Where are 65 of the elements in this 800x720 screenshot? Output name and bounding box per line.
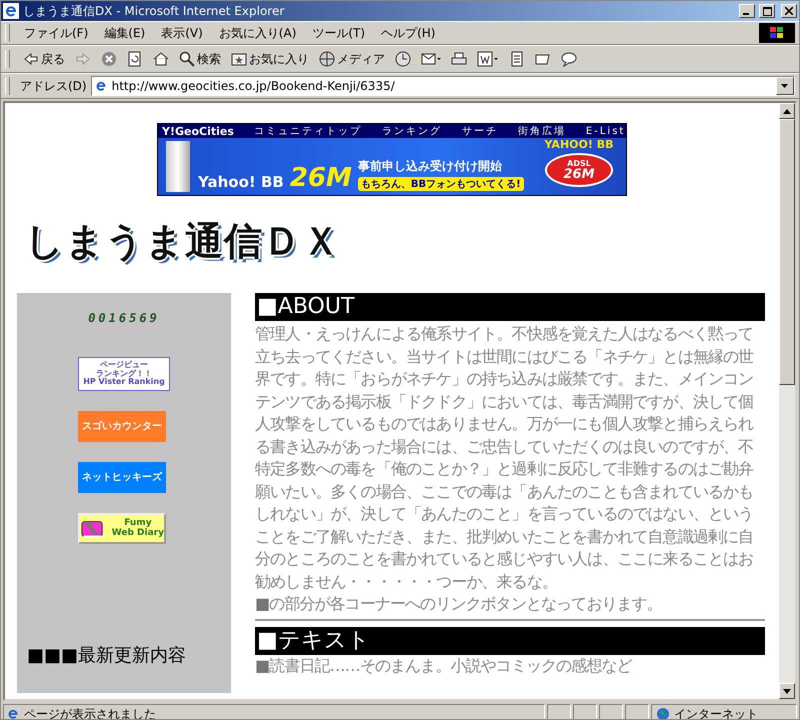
page-icon [6,707,20,719]
toolbar-button[interactable]: 検索 [176,48,224,70]
toolbar-button[interactable]: お気に入り [228,48,312,70]
section-paragraph: 管理人・えっけんによる俺系サイト。不快感を覚えた人はなるべく黙って立ち去ってください。当サイトは世間にはびこる「ネチケ」とは無縁の世界です。特に「おらがネチケ」の持ち込みは厳禁です。また、メインコンテンツである掲示板「ドクドク」においては、毒舌満開ですが、決して個人攻撃をしているものではありません。万が一にも個人攻撃と捕らえられる書き込みがあった場合には、ご忠告していただくのは良いのですが、不特定多数への毒を「俺のことか？」と過剰に反応して非難するのはご勘弁願いたい。多くの場合、ここでの毒は「あんたのことも含まれているかもしれない」が、決して「あんたのこと」を言っているのではない、ということをご了解いただき、また、批判めいたことを書かれて自意識過剰に自分のところのことを書かれていると感じやすい人は、ここに来ることはお勧めしません・・・・・・つーか、来るな。 [255,323,754,592]
address-field[interactable]: http://www.geocities.co.jp/Bookend-Kenji/6335/ [90,76,795,96]
status-text: ページが表示されました [3,704,545,719]
menu-item[interactable]: ツール(T) [304,22,374,44]
ad-badge: ADSL 26M [545,153,613,187]
search-icon [179,51,195,67]
close-icon [785,7,793,15]
scroll-down-icon[interactable] [783,688,791,694]
forward-arrow-icon [75,51,91,67]
banner-brand: Y!GeoCities [162,124,234,138]
ad-subline: もちろん、BBフォンもついてくる! [358,177,524,191]
minimize-button[interactable] [739,4,755,18]
clock-icon [395,51,411,67]
visitor-counter: 0016569 [88,311,160,325]
document-icon [509,51,525,67]
speech-bubble-icon [561,51,577,67]
modem-drawing [166,141,190,192]
maximize-icon [762,6,772,16]
sidebar-heading: ■■■最新更新内容 [27,644,186,667]
menu-item[interactable]: ファイル(F) [16,22,96,44]
window-title: しまうま通信DX - Microsoft Internet Explorer [23,2,286,20]
close-button[interactable] [781,4,797,18]
scrollbar[interactable] [779,103,795,699]
ad-speed: 26M [290,165,352,191]
ad-product: Yahoo! BB [198,173,284,191]
back-arrow-icon [23,51,39,67]
link-banner[interactable]: ネットヒッキーズ [78,462,166,493]
menu-item[interactable]: お気に入り(A) [210,22,304,44]
home-icon [153,51,169,67]
envelope-icon [421,51,441,67]
ad-headline: 事前申し込み受け付け開始 [358,158,503,175]
section-heading[interactable]: ■ABOUT [255,293,765,321]
toolbar-button[interactable]: 戻る [20,48,68,70]
stop-icon [101,51,117,67]
address-label: アドレス(D) [20,78,87,94]
printer-icon [451,51,467,67]
page-icon [94,79,108,93]
menu-item[interactable]: 表示(V) [153,22,211,44]
ad-logo: YAHOO! BB [544,138,614,151]
document-edit-icon [477,51,499,67]
toolbar-button[interactable]: メディア [316,48,388,70]
site-logo: しまうま通信ＤＸ [25,218,342,265]
refresh-icon [127,51,143,67]
section-note: ■読書日記……そのまんま。小説やコミックの感想など [255,655,634,677]
section-heading[interactable]: ■テキスト [255,627,765,655]
section-note: ■の部分が各コーナーへのリンクボタンとなっております。 [255,593,663,615]
banner-nav-link[interactable]: コミュニティトップ [254,124,362,138]
maximize-button[interactable] [759,4,775,18]
globe-icon [656,707,670,719]
ranking-banner[interactable]: ページビュー ランキング！！ HP Vister Ranking [78,357,170,391]
diary-banner[interactable]: Fumy Web Diary [78,513,166,544]
menu-item[interactable]: 編集(E) [96,22,154,44]
scroll-up-icon[interactable] [783,108,791,114]
browser-icon [3,3,19,19]
banner-nav-link[interactable]: ランキング [382,124,442,138]
banner-nav-link[interactable]: サーチ [462,124,498,138]
menu-item[interactable]: ヘルプ(H) [373,22,444,44]
security-zone: インターネット [651,704,797,719]
windows-logo-icon [759,23,795,43]
banner-nav-link[interactable]: 街角広場 [518,124,566,138]
globe-icon [319,51,335,67]
banner-nav-link[interactable]: E-List [586,126,626,136]
